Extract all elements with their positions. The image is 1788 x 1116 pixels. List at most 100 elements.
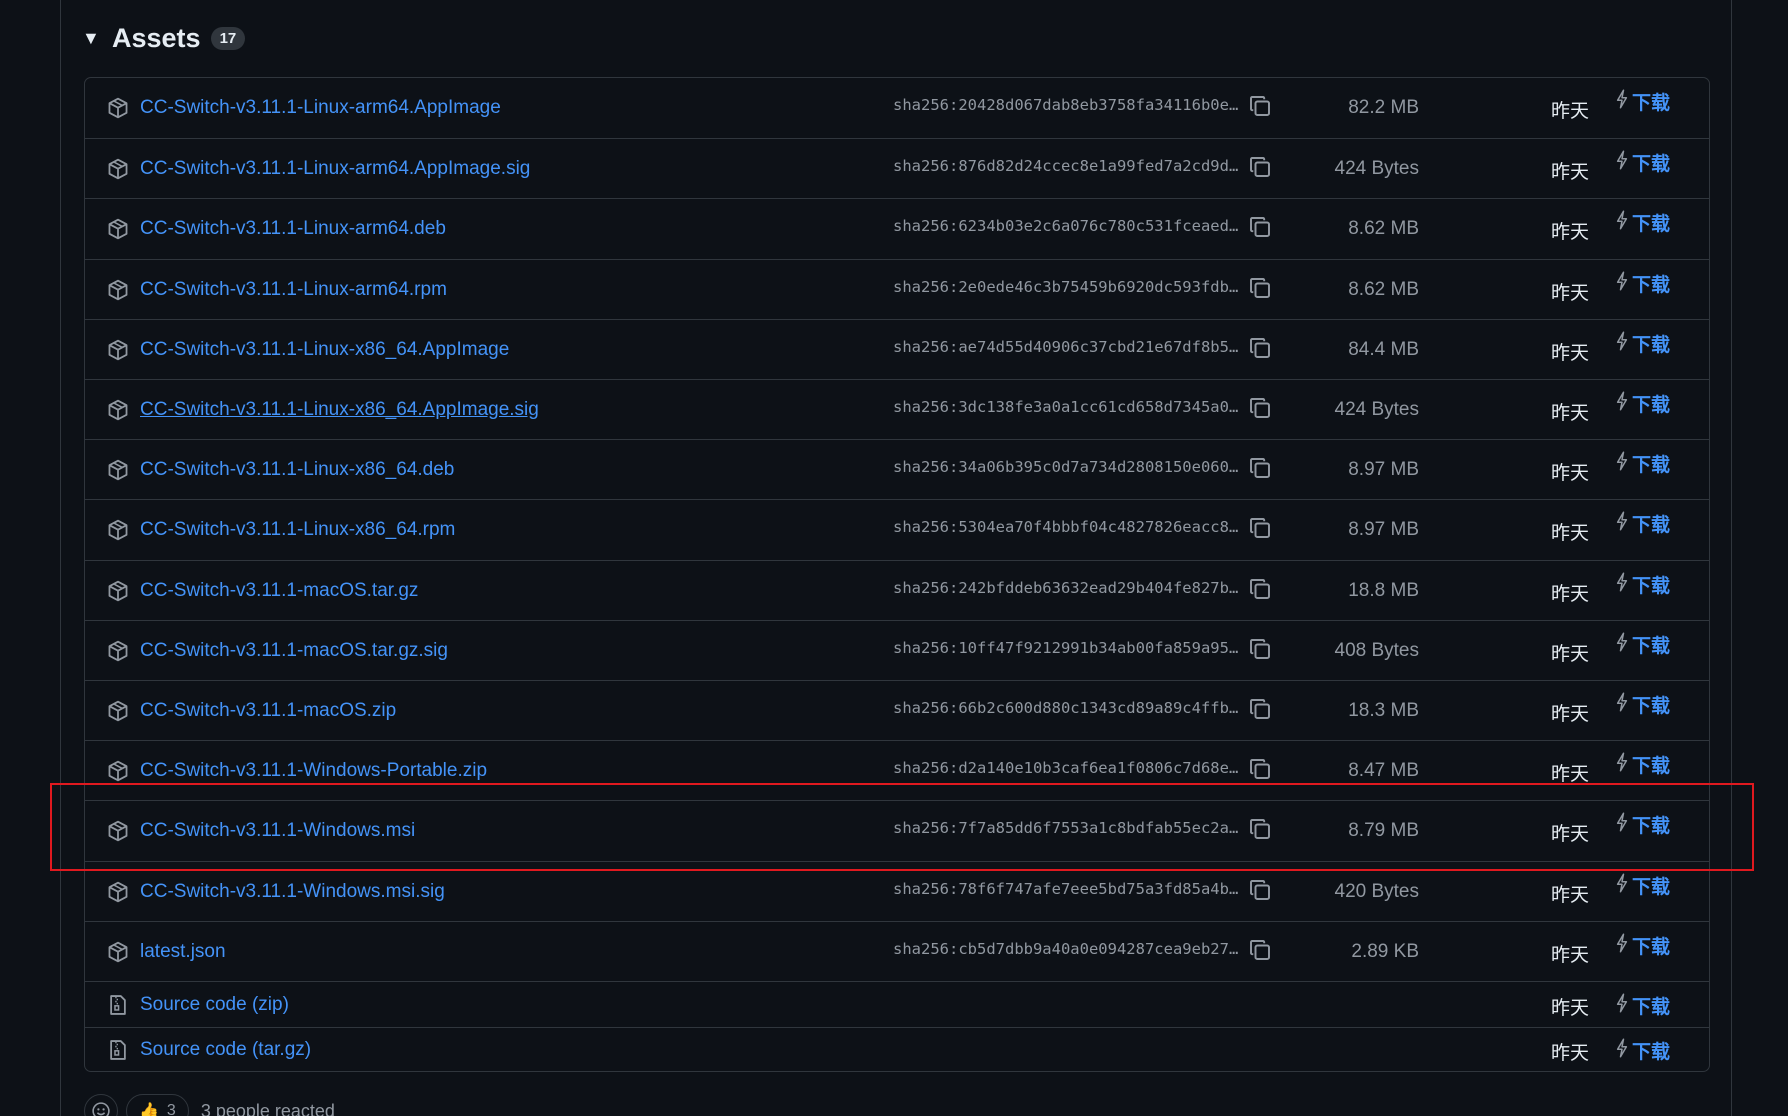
package-icon	[107, 97, 129, 119]
file-zip-icon	[107, 994, 129, 1016]
asset-name-link[interactable]: CC-Switch-v3.11.1-Linux-x86_64.rpm	[140, 519, 455, 541]
asset-row: latest.json sha256:cb5d7dbb9a40a0e094287c…	[85, 920, 1709, 981]
asset-name-link[interactable]: CC-Switch-v3.11.1-Linux-arm64.deb	[140, 218, 446, 240]
download-button[interactable]: 下载	[1614, 149, 1670, 176]
asset-name-link[interactable]: CC-Switch-v3.11.1-macOS.tar.gz	[140, 580, 418, 602]
package-icon	[107, 459, 129, 481]
asset-name-link[interactable]: CC-Switch-v3.11.1-Linux-arm64.AppImage	[140, 97, 501, 119]
package-icon	[107, 941, 129, 963]
download-button[interactable]: 下载	[1614, 1037, 1670, 1064]
download-label: 下载	[1632, 755, 1671, 778]
zap-icon	[1614, 451, 1632, 476]
copy-icon[interactable]	[1248, 276, 1274, 302]
asset-row: CC-Switch-v3.11.1-Linux-arm64.AppImage.s…	[85, 138, 1709, 198]
copy-icon[interactable]	[1248, 637, 1274, 663]
asset-date: 昨天	[1551, 462, 1590, 485]
sha256-digest: sha256:6234b03e2c6a076c780c531fceaed…	[893, 217, 1239, 236]
copy-icon[interactable]	[1248, 577, 1274, 603]
download-label: 下载	[1632, 92, 1671, 115]
assets-list: CC-Switch-v3.11.1-Linux-arm64.AppImage sh…	[84, 77, 1710, 1072]
package-icon	[107, 399, 129, 421]
triangle-down-icon[interactable]: ▼	[82, 28, 100, 49]
download-button[interactable]: 下载	[1614, 932, 1670, 959]
download-button[interactable]: 下载	[1614, 751, 1670, 778]
assets-header[interactable]: ▼ Assets 17	[82, 18, 246, 58]
source-code-label: Source code	[140, 1039, 247, 1061]
asset-name-link[interactable]: CC-Switch-v3.11.1-Windows-Portable.zip	[140, 760, 487, 782]
asset-name-link[interactable]: CC-Switch-v3.11.1-Linux-arm64.rpm	[140, 279, 447, 301]
asset-date: 昨天	[1551, 281, 1590, 304]
download-label: 下载	[1632, 333, 1671, 356]
asset-date: 昨天	[1551, 763, 1590, 786]
asset-row: CC-Switch-v3.11.1-Linux-arm64.AppImage sh…	[85, 78, 1709, 138]
download-button[interactable]: 下载	[1614, 270, 1670, 297]
download-button[interactable]: 下载	[1614, 811, 1670, 838]
download-label: 下载	[1632, 695, 1671, 718]
asset-name-link[interactable]: CC-Switch-v3.11.1-macOS.zip	[140, 700, 396, 722]
asset-name-link[interactable]: latest.json	[140, 941, 226, 963]
asset-date: 昨天	[1551, 522, 1590, 545]
copy-icon[interactable]	[1248, 396, 1274, 422]
asset-name-link[interactable]: CC-Switch-v3.11.1-Linux-arm64.AppImage.s…	[140, 158, 530, 180]
asset-size: 8.97 MB	[1348, 459, 1419, 481]
reactions-summary: 3 people reacted	[200, 1100, 335, 1116]
asset-date: 昨天	[1551, 161, 1590, 184]
download-label: 下载	[1632, 815, 1671, 838]
copy-icon[interactable]	[1248, 697, 1274, 723]
asset-name-link[interactable]: CC-Switch-v3.11.1-Windows.msi	[140, 820, 415, 842]
download-label: 下载	[1632, 995, 1671, 1018]
download-button[interactable]: 下载	[1614, 390, 1670, 417]
download-button[interactable]: 下载	[1614, 330, 1670, 357]
download-button[interactable]: 下载	[1614, 209, 1670, 236]
asset-date: 昨天	[1551, 823, 1590, 846]
source-code-format: (tar.gz)	[251, 1039, 312, 1061]
release-page: ▼ Assets 17 CC-Switch-v3.11.1-Linux-arm6…	[0, 0, 1788, 1116]
asset-size: 18.8 MB	[1348, 579, 1419, 601]
asset-name-link[interactable]: CC-Switch-v3.11.1-Linux-x86_64.AppImage	[140, 339, 509, 361]
sha256-digest: sha256:10ff47f9212991b34ab00fa859a95…	[893, 638, 1239, 657]
asset-row: CC-Switch-v3.11.1-Linux-arm64.deb sha256:…	[85, 198, 1709, 258]
copy-icon[interactable]	[1248, 336, 1274, 362]
download-button[interactable]: 下载	[1614, 631, 1670, 658]
source-code-row: Source code (zip) 昨天 下载	[85, 981, 1709, 1027]
asset-name-link[interactable]: CC-Switch-v3.11.1-Windows.msi.sig	[140, 881, 445, 903]
download-button[interactable]: 下载	[1614, 992, 1670, 1019]
asset-name-link[interactable]: CC-Switch-v3.11.1-Linux-x86_64.deb	[140, 459, 454, 481]
sha256-digest: sha256:66b2c600d880c1343cd89a89c4ffb…	[893, 699, 1239, 718]
source-code-link[interactable]: Source code (zip)	[140, 994, 289, 1016]
copy-icon[interactable]	[1248, 94, 1274, 120]
package-icon	[107, 580, 129, 602]
copy-icon[interactable]	[1248, 516, 1274, 542]
add-reaction-button[interactable]	[84, 1094, 118, 1116]
asset-size: 420 Bytes	[1334, 880, 1420, 902]
file-zip-icon	[107, 1039, 129, 1061]
copy-icon[interactable]	[1248, 456, 1274, 482]
package-icon	[107, 881, 129, 903]
download-button[interactable]: 下载	[1614, 872, 1670, 899]
asset-size: 424 Bytes	[1334, 158, 1420, 180]
asset-name-link[interactable]: CC-Switch-v3.11.1-macOS.tar.gz.sig	[140, 640, 448, 662]
zap-icon	[1614, 331, 1632, 356]
copy-icon[interactable]	[1248, 215, 1274, 241]
download-button[interactable]: 下载	[1614, 691, 1670, 718]
copy-icon[interactable]	[1248, 817, 1274, 843]
source-code-link[interactable]: Source code (tar.gz)	[140, 1039, 311, 1061]
copy-icon[interactable]	[1248, 878, 1274, 904]
sha256-digest: sha256:7f7a85dd6f7553a1c8bdfab55ec2a…	[893, 819, 1239, 838]
download-button[interactable]: 下载	[1614, 450, 1670, 477]
package-icon	[107, 760, 129, 782]
asset-date: 昨天	[1551, 642, 1590, 665]
download-button[interactable]: 下载	[1614, 571, 1670, 598]
sha256-digest: sha256:ae74d55d40906c37cbd21e67df8b5…	[893, 337, 1239, 356]
zap-icon	[1614, 873, 1632, 898]
thumbs-up-reaction[interactable]: 👍 3	[126, 1094, 189, 1116]
download-label: 下载	[1632, 875, 1671, 898]
asset-size: 408 Bytes	[1334, 639, 1420, 661]
copy-icon[interactable]	[1248, 938, 1274, 964]
download-button[interactable]: 下载	[1614, 510, 1670, 537]
asset-date: 昨天	[1551, 341, 1590, 364]
copy-icon[interactable]	[1248, 757, 1274, 783]
download-button[interactable]: 下载	[1614, 88, 1670, 115]
asset-name-link[interactable]: CC-Switch-v3.11.1-Linux-x86_64.AppImage.…	[140, 399, 539, 421]
copy-icon[interactable]	[1248, 155, 1274, 181]
